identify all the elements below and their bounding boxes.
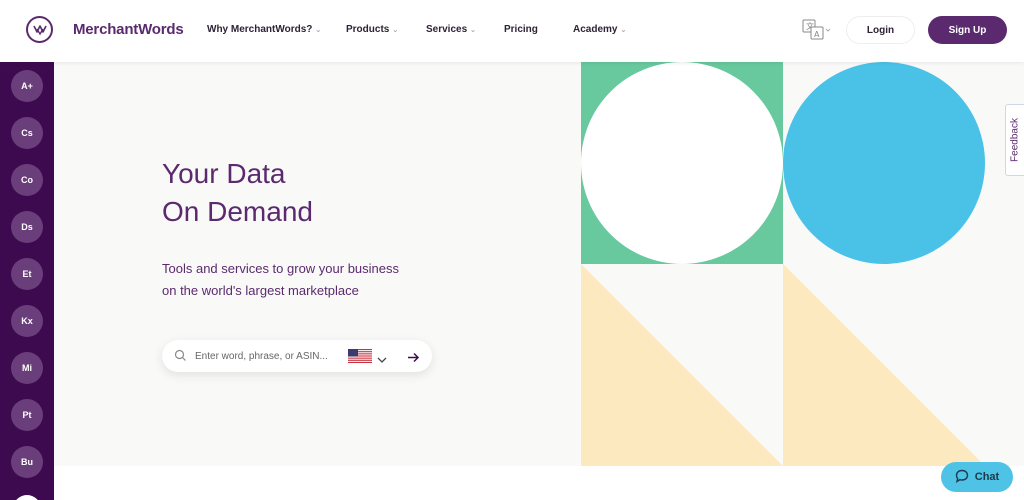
nav-label: Academy [573,24,618,35]
hero-subtitle-line: on the world's largest marketplace [162,283,359,298]
nav-label: Products [346,24,390,35]
peach-triangle [581,264,783,466]
chat-label: Chat [974,471,1000,483]
nav-products[interactable]: Products ⌄ [346,24,398,35]
feedback-label: Feedback [1009,118,1021,162]
sidebar-item[interactable]: Mi [11,352,43,384]
chat-bubble-icon [955,469,969,486]
sidebar-item[interactable]: Pt [11,399,43,431]
hero-title-line: Your Data [162,158,286,189]
translate-icon[interactable]: 文 A [802,18,832,42]
hero-title: Your Data On Demand [162,155,313,231]
hero-subtitle: Tools and services to grow your business… [162,258,442,302]
product-sidebar: A+ Cs Co Ds Et Kx Mi Pt Bu [0,62,54,500]
below-hero-area [54,466,1024,500]
nav-label: Services [426,24,468,35]
sidebar-item[interactable]: Bu [11,446,43,478]
login-button[interactable]: Login [846,16,915,44]
feedback-tab[interactable]: Feedback [1005,104,1024,176]
us-flag-icon[interactable] [348,349,372,363]
nav-label: Pricing [504,24,538,35]
sidebar-item[interactable]: A+ [11,70,43,102]
nav-why-merchantwords[interactable]: Why MerchantWords? ⌄ [207,24,321,35]
hero-title-line: On Demand [162,196,313,227]
nav-academy[interactable]: Academy ⌄ [573,24,626,35]
blue-circle [783,62,985,264]
nav-label: Why MerchantWords? [207,24,313,35]
brand-logo[interactable]: MerchantWords [26,16,184,43]
white-circle [581,62,783,264]
sidebar-item[interactable]: Ds [11,211,43,243]
nav-pricing[interactable]: Pricing [504,24,538,35]
sidebar-item[interactable]: Cs [11,117,43,149]
chevron-down-icon: ⌄ [470,26,477,34]
hero-subtitle-line: Tools and services to grow your business [162,261,400,276]
signup-button[interactable]: Sign Up [928,16,1007,44]
peach-triangle [783,264,985,466]
geometric-illustration [581,62,985,466]
arrow-right-icon[interactable] [407,350,420,368]
brand-name: MerchantWords [73,21,184,38]
chevron-down-icon: ⌄ [620,26,627,34]
nav-services[interactable]: Services ⌄ [426,24,476,35]
brand-mark-icon [26,16,53,43]
search-icon [174,349,187,367]
chat-button[interactable]: Chat [941,462,1013,492]
svg-text:A: A [814,30,820,39]
top-header: MerchantWords Why MerchantWords? ⌄ Produ… [0,0,1024,62]
chevron-down-icon[interactable] [377,351,387,369]
search-bar [162,340,432,372]
sidebar-item[interactable]: Co [11,164,43,196]
hero-graphic [581,62,1024,466]
search-input[interactable] [195,348,345,364]
chevron-down-icon: ⌄ [392,26,399,34]
sidebar-item[interactable]: Et [11,258,43,290]
sidebar-item[interactable]: Kx [11,305,43,337]
chevron-down-icon: ⌄ [315,26,322,34]
